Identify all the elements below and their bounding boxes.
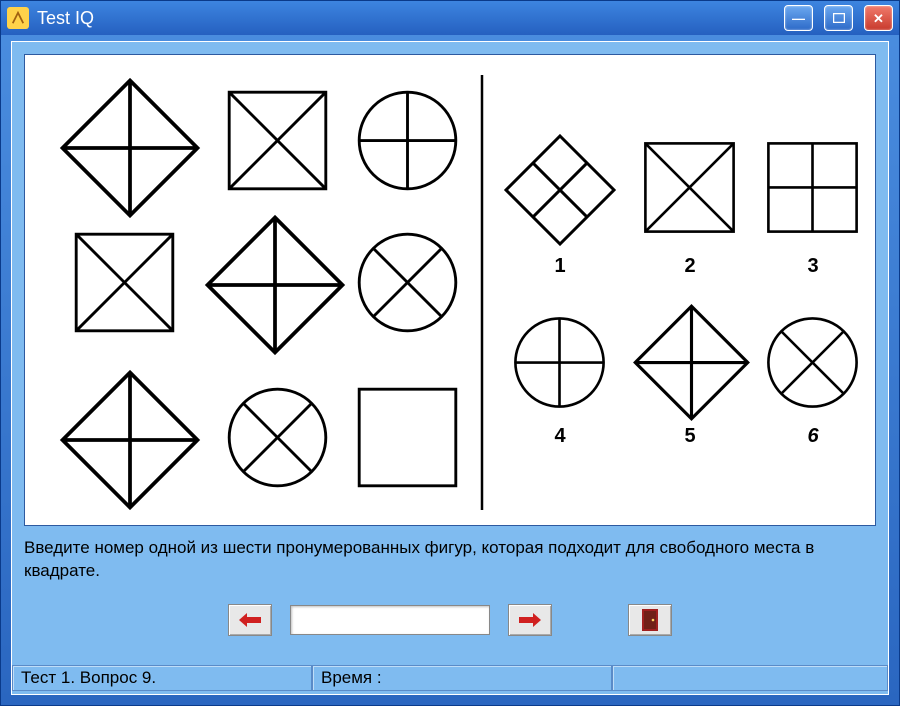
door-exit-icon [642,609,658,631]
controls-row [12,604,888,636]
grid-cell-3-2-circle-x [220,380,335,495]
option-1-diamond-x[interactable] [500,130,620,250]
previous-button[interactable] [228,604,272,636]
exit-button[interactable] [628,604,672,636]
grid-cell-3-3-empty-square [350,380,465,495]
option-6-circle-x[interactable] [760,310,865,415]
status-left: Тест 1. Вопрос 9. [12,665,312,691]
divider-line [480,75,484,510]
option-2-label: 2 [684,255,695,278]
grid-cell-2-2-diamond-plus [200,210,350,360]
option-2-square-x[interactable] [637,135,742,240]
client-area: 1 2 3 4 [11,41,889,695]
status-time-label: Время : [312,665,612,691]
option-3-square-plus[interactable] [760,135,865,240]
minimize-button[interactable]: — [784,5,813,31]
grid-cell-2-1-square-x [67,225,182,340]
instruction-text: Введите номер одной из шести пронумерова… [24,537,876,583]
close-button[interactable]: ✕ [864,5,893,31]
option-6-label: 6 [807,425,818,448]
grid-cell-1-2-square-x [220,83,335,198]
status-bar: Тест 1. Вопрос 9. Время : [12,662,888,694]
app-icon [7,7,29,29]
answer-input[interactable] [290,605,490,635]
maximize-button[interactable] [824,5,853,31]
grid-cell-1-3-circle-plus [350,83,465,198]
option-4-label: 4 [554,425,565,448]
titlebar: Test IQ — ✕ [1,1,899,35]
puzzle-canvas: 1 2 3 4 [24,54,876,526]
option-3-label: 3 [807,255,818,278]
window-title: Test IQ [37,8,773,29]
option-5-diamond-plus[interactable] [629,300,754,425]
option-1-label: 1 [554,255,565,278]
arrow-right-icon [519,613,541,627]
grid-cell-1-1-diamond-plus [55,73,205,223]
status-right [612,665,888,691]
option-4-circle-plus[interactable] [507,310,612,415]
arrow-left-icon [239,613,261,627]
grid-cell-2-3-circle-x [350,225,465,340]
app-window: Test IQ — ✕ [0,0,900,706]
grid-cell-3-1-diamond-plus [55,365,205,515]
option-5-label: 5 [684,425,695,448]
next-button[interactable] [508,604,552,636]
